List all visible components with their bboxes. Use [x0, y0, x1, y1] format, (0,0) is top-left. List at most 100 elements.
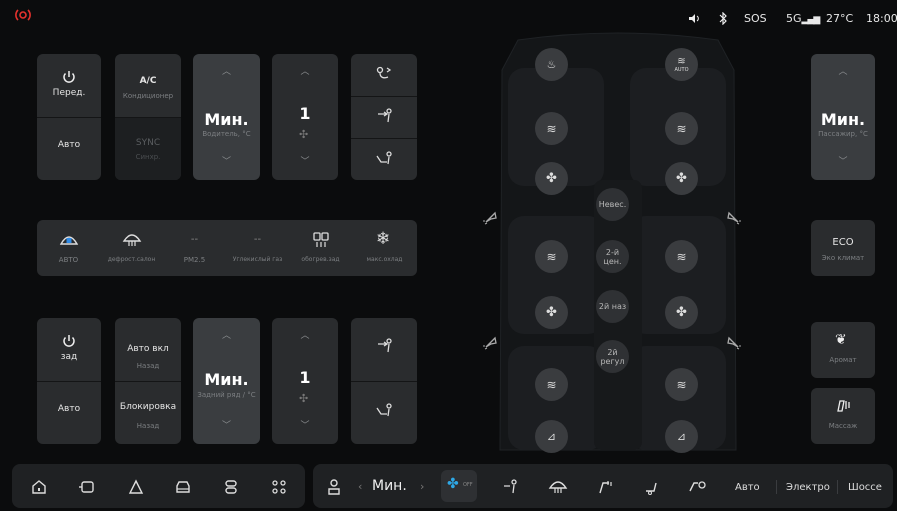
right-vent-icon[interactable]	[724, 208, 742, 226]
airflow-feet-icon[interactable]	[375, 150, 393, 166]
passenger-auto-heat-button[interactable]: ≋ AUTO	[665, 48, 698, 81]
rear-power-button[interactable]	[37, 318, 101, 381]
front-auto-button[interactable]: Авто	[37, 140, 101, 150]
driver-seat-heat-button[interactable]: ≋	[535, 112, 568, 145]
mode-highway[interactable]: Шоссе	[848, 482, 882, 493]
rear-temp-down-icon[interactable]: ﹀	[193, 418, 260, 431]
rear-left-seat-vent-button[interactable]: ✤	[535, 296, 568, 329]
rear-airflow-feet-icon[interactable]	[375, 402, 393, 418]
seat-heat-driver-icon[interactable]	[594, 476, 616, 498]
fan-up-icon[interactable]: ︿	[272, 64, 338, 77]
massage-sub: Массаж	[828, 422, 858, 430]
passenger-temp-sub: Пассажир, °C	[818, 130, 868, 138]
mode-electric[interactable]: Электро	[786, 482, 830, 493]
rear-fan-control[interactable]: ︿ 1 ✣ ﹀	[272, 318, 338, 444]
aroma-button[interactable]: ❦ Аромат	[811, 322, 875, 378]
seat-adjust-icon[interactable]	[323, 476, 345, 498]
eco-climate-button[interactable]: ECO Эко климат	[811, 220, 875, 276]
apps-icon[interactable]	[268, 476, 290, 498]
row3-left-heat-button[interactable]: ≋	[535, 368, 568, 401]
row3-right-heat-button[interactable]: ≋	[665, 368, 698, 401]
passenger-seat-vent-button[interactable]: ✤	[665, 162, 698, 195]
seat-vent-driver-icon[interactable]	[641, 476, 663, 498]
temp-decrease-icon[interactable]: ‹	[358, 480, 362, 493]
airflow-face-feet-icon[interactable]	[375, 108, 393, 124]
rear-right-seat-heat-button[interactable]: ≋	[665, 240, 698, 273]
pm25-readout: -- PM2.5	[163, 220, 226, 276]
rear-right-vent-icon[interactable]	[724, 333, 742, 351]
rear-temp-sub: Задний ряд / °C	[197, 391, 256, 399]
rear-airflow-face-feet-icon[interactable]	[375, 338, 393, 354]
steering-heat-button[interactable]: ♨	[535, 48, 568, 81]
function-label: Углекислый газ	[232, 256, 283, 263]
defrost-front-button[interactable]: дефрост.салон	[100, 220, 163, 276]
driver-seat-vent-button[interactable]: ✤	[535, 162, 568, 195]
passenger-seat-heat-button[interactable]: ≋	[665, 112, 698, 145]
driver-temp-sub: Водитель, °C	[202, 130, 251, 138]
row3-left-seat-button[interactable]: ⊿	[535, 420, 568, 453]
rear-temp-up-icon[interactable]: ︿	[193, 328, 260, 341]
fan-down-icon[interactable]: ﹀	[272, 154, 338, 167]
left-vent-icon[interactable]	[482, 208, 500, 226]
passenger-temp-up-icon[interactable]: ︿	[811, 64, 875, 77]
fan-off-button[interactable]: ✤ OFF	[441, 470, 477, 502]
rear-temp-control[interactable]: ︿ Мин. Задний ряд / °C ﹀	[193, 318, 260, 444]
camera-icon[interactable]	[76, 476, 98, 498]
rear-fan-down-icon[interactable]: ﹀	[272, 418, 338, 431]
rear-auto-on-button[interactable]: Авто вкл	[115, 344, 181, 354]
windshield-defrost-icon[interactable]	[547, 476, 569, 498]
auto-badge: AUTO	[674, 66, 689, 73]
rear-fan-up-icon[interactable]: ︿	[272, 328, 338, 341]
nav-bar	[12, 464, 305, 508]
airflow-face-icon[interactable]	[375, 66, 393, 82]
ac-button[interactable]: A/C	[115, 76, 181, 86]
temp-down-icon[interactable]: ﹀	[193, 154, 260, 167]
mode-auto[interactable]: Авто	[735, 482, 760, 493]
climate-icon[interactable]	[220, 476, 242, 498]
rear-left-seat-heat-button[interactable]: ≋	[535, 240, 568, 273]
function-label: дефрост.салон	[107, 256, 156, 263]
seat-heat-icon: ≋	[676, 377, 687, 392]
seat-icon: ⊿	[546, 430, 557, 443]
row2-center-button[interactable]: 2-й цен.	[596, 240, 629, 273]
rear-defrost-button[interactable]: обогрев.зад	[289, 220, 352, 276]
max-cool-button[interactable]: ❄ макс.охлад	[352, 220, 417, 276]
rear-left-vent-icon[interactable]	[482, 333, 500, 351]
passenger-temp-down-icon[interactable]: ﹀	[811, 154, 875, 167]
seat-heat-icon: ≋	[546, 121, 557, 136]
row3-right-seat-button[interactable]: ⊿	[665, 420, 698, 453]
steering-heat-icon[interactable]	[686, 476, 708, 498]
snowflake-icon: ❄	[376, 229, 391, 249]
front-fan-control[interactable]: ︿ 1 ✣ ﹀	[272, 54, 338, 180]
auto-windshield-button[interactable]: АВТО	[37, 220, 100, 276]
massage-button[interactable]: Массаж	[811, 388, 875, 444]
driver-temp-control[interactable]: ︿ Мин. Водитель, °C ﹀	[193, 54, 260, 180]
rear-options-tile: Авто вкл Назад Блокировка Назад	[115, 318, 181, 444]
function-label: АВТО	[58, 256, 79, 264]
eco-sub: Эко климат	[821, 254, 865, 262]
rear-auto-on-sub: Назад	[136, 362, 160, 370]
zero-gravity-button[interactable]: Невес.	[596, 188, 629, 221]
home-icon[interactable]	[28, 476, 50, 498]
fan-off-label: OFF	[463, 482, 473, 488]
front-power-button[interactable]	[37, 54, 101, 117]
car-icon[interactable]	[172, 476, 194, 498]
row2-adjust-button[interactable]: 2й регул	[596, 340, 629, 373]
temp-increase-icon[interactable]: ›	[420, 480, 424, 493]
navigation-icon[interactable]	[125, 476, 147, 498]
seat-vent-icon: ✤	[676, 171, 687, 186]
sync-button[interactable]: SYNC	[115, 138, 181, 148]
rear-lock-sub: Назад	[136, 422, 160, 430]
airflow-face-icon[interactable]	[500, 476, 522, 498]
bluetooth-icon	[719, 12, 728, 25]
seat-vent-icon: ✤	[676, 305, 687, 320]
row2-center-label: 2-й цен.	[603, 247, 622, 266]
seat-heat-icon: ≋	[676, 121, 687, 136]
row2-back-button[interactable]: 2й наз	[596, 290, 629, 323]
passenger-temp-control[interactable]: ︿ Мин. Пассажир, °C ﹀	[811, 54, 875, 180]
rear-lock-button[interactable]: Блокировка	[115, 402, 181, 412]
rear-defrost-icon	[312, 231, 330, 249]
temp-up-icon[interactable]: ︿	[193, 64, 260, 77]
rear-right-seat-vent-button[interactable]: ✤	[665, 296, 698, 329]
rear-auto-button[interactable]: Авто	[37, 404, 101, 414]
